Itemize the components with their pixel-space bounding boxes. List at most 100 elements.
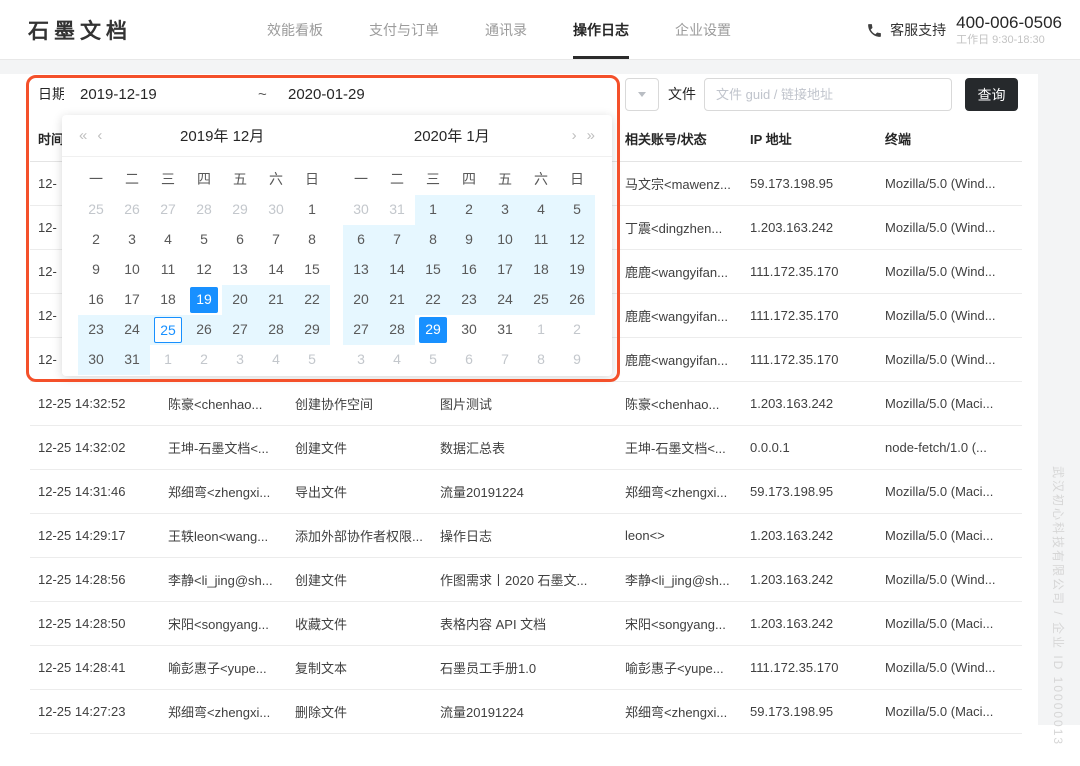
calendar-day[interactable]: 14 (379, 255, 415, 285)
calendar-day[interactable]: 12 (559, 225, 595, 255)
calendar-day[interactable]: 30 (258, 195, 294, 225)
calendar-day[interactable]: 23 (451, 285, 487, 315)
calendar-day[interactable]: 6 (222, 225, 258, 255)
calendar-day[interactable]: 11 (150, 255, 186, 285)
calendar-day[interactable]: 22 (415, 285, 451, 315)
calendar-day[interactable]: 12 (186, 255, 222, 285)
calendar-day[interactable]: 20 (222, 285, 258, 315)
calendar-day[interactable]: 10 (114, 255, 150, 285)
app-logo[interactable]: 石墨文档 (28, 15, 132, 45)
calendar-day[interactable]: 14 (258, 255, 294, 285)
calendar-day[interactable]: 4 (150, 225, 186, 255)
calendar-day[interactable]: 5 (415, 345, 451, 375)
date-range-input[interactable]: 2019-12-19 ~ 2020-01-29 (64, 75, 610, 114)
calendar-day[interactable]: 19 (559, 255, 595, 285)
calendar-day[interactable]: 6 (343, 225, 379, 255)
calendar-day[interactable]: 1 (523, 315, 559, 345)
calendar-day[interactable]: 4 (258, 345, 294, 375)
calendar-day[interactable]: 16 (451, 255, 487, 285)
calendar-day[interactable]: 7 (379, 225, 415, 255)
calendar-day[interactable]: 3 (343, 345, 379, 375)
nav-tab-payments[interactable]: 支付与订单 (346, 0, 462, 59)
calendar-day[interactable]: 13 (222, 255, 258, 285)
calendar-day[interactable]: 8 (523, 345, 559, 375)
calendar-day[interactable]: 30 (451, 315, 487, 345)
prev-month-icon[interactable]: ‹ (92, 127, 107, 144)
calendar-day[interactable]: 15 (294, 255, 330, 285)
calendar-day[interactable]: 20 (343, 285, 379, 315)
calendar-day[interactable]: 1 (415, 195, 451, 225)
nav-tab-dashboard[interactable]: 效能看板 (244, 0, 346, 59)
calendar-day[interactable]: 2 (559, 315, 595, 345)
calendar-day[interactable]: 28 (186, 195, 222, 225)
calendar-day[interactable]: 17 (487, 255, 523, 285)
calendar-day[interactable]: 24 (487, 285, 523, 315)
calendar-day[interactable]: 27 (343, 315, 379, 345)
calendar-day[interactable]: 28 (258, 315, 294, 345)
calendar-day[interactable]: 4 (379, 345, 415, 375)
nav-tab-enterprise-settings[interactable]: 企业设置 (652, 0, 754, 59)
calendar-day[interactable]: 26 (114, 195, 150, 225)
calendar-day[interactable]: 31 (487, 315, 523, 345)
next-month-icon[interactable]: › (567, 127, 582, 144)
calendar-day[interactable]: 22 (294, 285, 330, 315)
calendar-day[interactable]: 23 (78, 315, 114, 345)
calendar-day[interactable]: 10 (487, 225, 523, 255)
calendar-day[interactable]: 13 (343, 255, 379, 285)
calendar-day[interactable]: 2 (451, 195, 487, 225)
calendar-day[interactable]: 15 (415, 255, 451, 285)
prev-year-icon[interactable]: « (74, 127, 92, 144)
file-search-input[interactable] (704, 78, 952, 111)
calendar-day[interactable]: 30 (78, 345, 114, 375)
calendar-day[interactable]: 7 (487, 345, 523, 375)
calendar-day[interactable]: 25 (523, 285, 559, 315)
calendar-day[interactable]: 16 (78, 285, 114, 315)
calendar-day[interactable]: 26 (559, 285, 595, 315)
calendar-day[interactable]: 11 (523, 225, 559, 255)
calendar-day[interactable]: 19 (186, 285, 222, 315)
calendar-day[interactable]: 26 (186, 315, 222, 345)
calendar-day[interactable]: 29 (415, 315, 451, 345)
calendar-day[interactable]: 7 (258, 225, 294, 255)
next-year-icon[interactable]: » (582, 127, 600, 144)
calendar-day[interactable]: 30 (343, 195, 379, 225)
calendar-day[interactable]: 31 (114, 345, 150, 375)
calendar-day[interactable]: 18 (523, 255, 559, 285)
calendar-day[interactable]: 5 (294, 345, 330, 375)
nav-tab-operation-log[interactable]: 操作日志 (550, 0, 652, 59)
calendar-day[interactable]: 3 (114, 225, 150, 255)
calendar-day[interactable]: 21 (379, 285, 415, 315)
nav-tab-contacts[interactable]: 通讯录 (462, 0, 550, 59)
calendar-day[interactable]: 28 (379, 315, 415, 345)
calendar-day[interactable]: 3 (487, 195, 523, 225)
calendar-day[interactable]: 8 (294, 225, 330, 255)
calendar-day[interactable]: 27 (222, 315, 258, 345)
calendar-day[interactable]: 6 (451, 345, 487, 375)
calendar-day[interactable]: 31 (379, 195, 415, 225)
calendar-day[interactable]: 2 (78, 225, 114, 255)
calendar-day[interactable]: 27 (150, 195, 186, 225)
calendar-day[interactable]: 25 (150, 315, 186, 345)
calendar-day[interactable]: 24 (114, 315, 150, 345)
cell-account: 李静<li_jing@sh... (625, 558, 745, 601)
calendar-day[interactable]: 3 (222, 345, 258, 375)
calendar-day[interactable]: 8 (415, 225, 451, 255)
date-preset-dropdown[interactable] (625, 78, 659, 111)
cell-action: 创建文件 (295, 558, 435, 601)
search-button[interactable]: 查询 (965, 78, 1018, 111)
calendar-day[interactable]: 18 (150, 285, 186, 315)
calendar-day[interactable]: 9 (451, 225, 487, 255)
calendar-day[interactable]: 29 (222, 195, 258, 225)
calendar-day[interactable]: 25 (78, 195, 114, 225)
calendar-day[interactable]: 5 (186, 225, 222, 255)
calendar-day[interactable]: 21 (258, 285, 294, 315)
calendar-day[interactable]: 5 (559, 195, 595, 225)
calendar-day[interactable]: 9 (559, 345, 595, 375)
calendar-day[interactable]: 1 (150, 345, 186, 375)
calendar-day[interactable]: 4 (523, 195, 559, 225)
calendar-day[interactable]: 1 (294, 195, 330, 225)
calendar-day[interactable]: 17 (114, 285, 150, 315)
calendar-day[interactable]: 2 (186, 345, 222, 375)
calendar-day[interactable]: 9 (78, 255, 114, 285)
calendar-day[interactable]: 29 (294, 315, 330, 345)
